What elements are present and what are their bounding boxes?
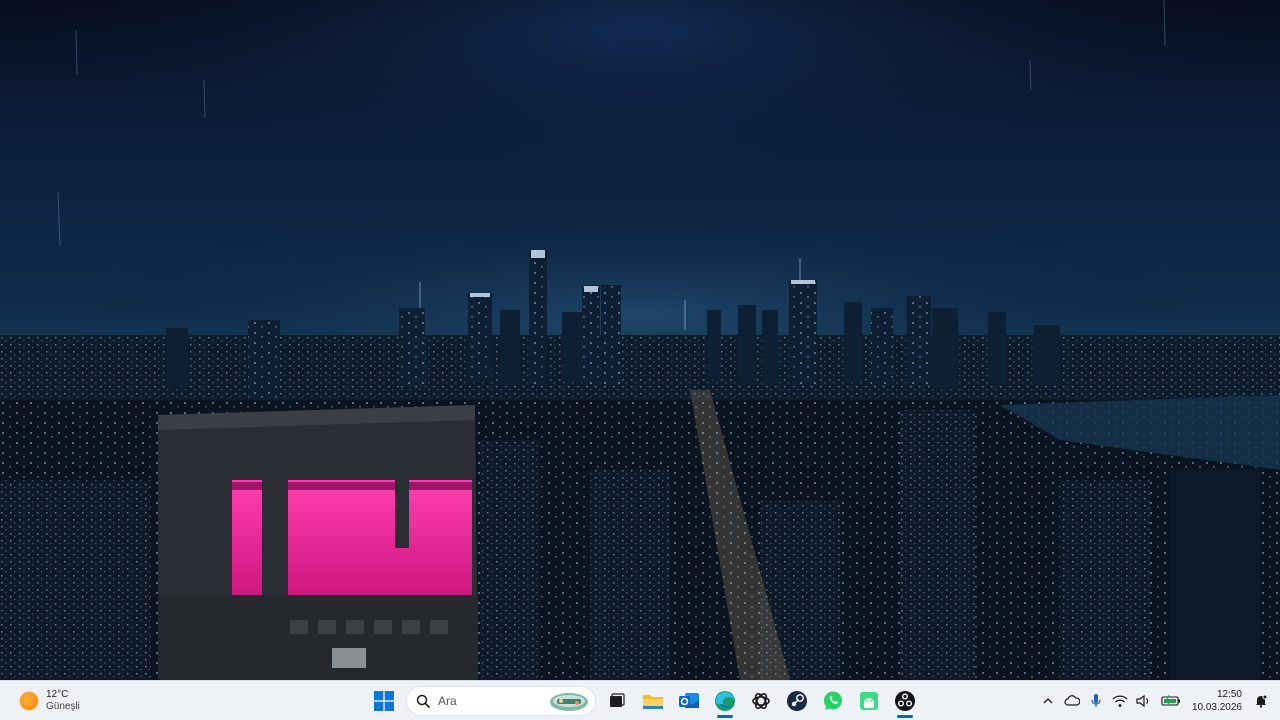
onedrive-button[interactable] [1060,686,1084,716]
steam-icon [787,691,807,711]
speaker-icon [1136,694,1149,708]
wifi-button[interactable] [1108,686,1132,716]
notification-center-button[interactable] [1248,686,1274,716]
microphone-icon [1091,694,1101,707]
task-view-button[interactable] [599,683,635,719]
wifi-icon [1112,695,1128,707]
show-hidden-icons-button[interactable] [1036,686,1060,716]
clock-time: 12:50 [1216,689,1242,700]
onedrive-cloud-icon [1064,695,1080,706]
android-app-button[interactable] [851,683,887,719]
volume-button[interactable] [1132,686,1156,716]
file-explorer-button[interactable] [635,683,671,719]
start-button[interactable] [366,683,402,719]
clock[interactable]: 12:50 10.03.2026 [1186,685,1248,717]
outlook-button[interactable] [671,683,707,719]
search-highlight-icon[interactable] [549,691,589,713]
chatgpt-button[interactable] [743,683,779,719]
wallpaper-image [0,0,1280,680]
weather-widget[interactable]: 12°C Güneşli [14,686,86,716]
search-icon [416,694,430,708]
chatgpt-icon [752,692,770,710]
edge-icon [715,691,735,711]
android-icon [860,692,878,710]
weather-temperature: 12°C [46,689,69,700]
task-view-icon [610,693,625,707]
notification-icon [1256,694,1268,708]
whatsapp-icon [824,691,842,710]
battery-icon [1161,695,1180,706]
outlook-icon [679,693,699,708]
search-placeholder: Ara [438,694,457,708]
desktop: 12°C Güneşli Ara 12:50 10.03.2026 [0,0,1280,720]
clock-date: 10.03.2026 [1191,702,1242,713]
obs-icon [895,691,915,711]
weather-condition: Güneşli [46,701,80,712]
search-input[interactable]: Ara [406,686,596,716]
system-tray: 12:50 10.03.2026 [1036,681,1280,720]
taskbar: 12°C Güneşli Ara 12:50 10.03.2026 [0,680,1280,720]
edge-button[interactable] [707,683,743,719]
sun-icon [20,692,38,710]
steam-button[interactable] [779,683,815,719]
folder-icon [643,695,663,709]
obs-studio-button[interactable] [887,683,923,719]
foreground-building [158,405,478,680]
battery-button[interactable] [1156,686,1186,716]
weather-text: 12°C Güneşli [46,689,80,713]
windows-logo-icon [374,691,394,711]
whatsapp-button[interactable] [815,683,851,719]
microphone-button[interactable] [1084,686,1108,716]
chevron-up-icon [1043,698,1053,704]
taskbar-center: Ara [366,681,923,720]
